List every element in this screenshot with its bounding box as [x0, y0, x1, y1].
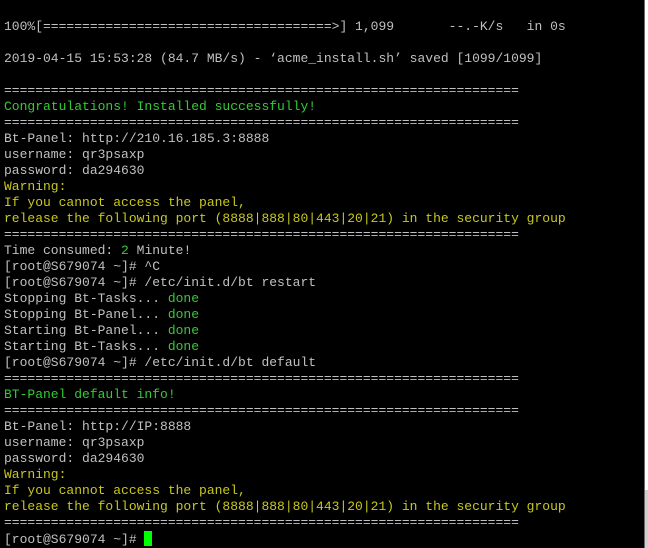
terminal-text: release the following port (8888|888|80|…	[4, 211, 566, 226]
terminal-text: 100%[===================================…	[4, 19, 566, 34]
terminal-line: 100%[===================================…	[4, 19, 566, 35]
terminal-text: Bt-Panel: http://210.16.185.3:8888	[4, 131, 270, 146]
terminal-line: Bt-Panel: http://210.16.185.3:8888	[4, 131, 566, 147]
terminal-text: ========================================…	[4, 83, 519, 98]
terminal-line: [root@S679074 ~]# ^C	[4, 259, 566, 275]
terminal-line: Congratulations! Installed successfully!	[4, 99, 566, 115]
terminal-line: [root@S679074 ~]# /etc/init.d/bt restart	[4, 275, 566, 291]
terminal-text: ========================================…	[4, 115, 519, 130]
terminal-line: Warning:	[4, 467, 566, 483]
terminal-line: username: qr3psaxp	[4, 435, 566, 451]
terminal-line: If you cannot access the panel,	[4, 483, 566, 499]
terminal-line: ========================================…	[4, 115, 566, 131]
terminal-line: Starting Bt-Tasks... done	[4, 339, 566, 355]
terminal-text: Warning:	[4, 467, 67, 482]
terminal-text: ========================================…	[4, 371, 519, 386]
terminal-text: done	[167, 307, 200, 322]
terminal-text: [root@S679074 ~]# /etc/init.d/bt restart	[4, 275, 317, 290]
terminal-text: release the following port (8888|888|80|…	[4, 499, 566, 514]
terminal-line: ========================================…	[4, 83, 566, 99]
terminal-text: done	[167, 323, 200, 338]
terminal-line: release the following port (8888|888|80|…	[4, 499, 566, 515]
terminal-line: Starting Bt-Panel... done	[4, 323, 566, 339]
terminal-text: username: qr3psaxp	[4, 147, 145, 162]
terminal-text: username: qr3psaxp	[4, 435, 145, 450]
terminal-text: ========================================…	[4, 515, 519, 530]
terminal-line: ========================================…	[4, 403, 566, 419]
terminal-text: Congratulations! Installed successfully!	[4, 99, 317, 114]
terminal-text: Stopping Bt-Panel...	[4, 307, 168, 322]
terminal-text: [root@S679074 ~]# /etc/init.d/bt default	[4, 355, 317, 370]
terminal-line: Stopping Bt-Panel... done	[4, 307, 566, 323]
terminal-line: ========================================…	[4, 371, 566, 387]
terminal-text: Warning:	[4, 179, 67, 194]
terminal-text: done	[167, 339, 200, 354]
terminal-output: 100%[===================================…	[4, 19, 566, 547]
terminal-text: Time consumed:	[4, 243, 122, 258]
terminal-line: password: da294630	[4, 451, 566, 467]
terminal-text: If you cannot access the panel,	[4, 483, 246, 498]
terminal-line: BT-Panel default info!	[4, 387, 566, 403]
terminal-text: BT-Panel default info!	[4, 387, 176, 402]
terminal-line: ========================================…	[4, 227, 566, 243]
terminal-line: Stopping Bt-Tasks... done	[4, 291, 566, 307]
terminal-text: Starting Bt-Tasks...	[4, 339, 168, 354]
terminal-text: ========================================…	[4, 403, 519, 418]
terminal-text: If you cannot access the panel,	[4, 195, 246, 210]
terminal-line: [root@S679074 ~]#	[4, 531, 566, 547]
terminal-text: 2019-04-15 15:53:28 (84.7 MB/s) - ‘acme_…	[4, 51, 543, 66]
terminal-line: Time consumed: 2 Minute!	[4, 243, 566, 259]
terminal-line: 2019-04-15 15:53:28 (84.7 MB/s) - ‘acme_…	[4, 51, 566, 67]
terminal-text: Minute!	[128, 243, 192, 258]
terminal-cursor[interactable]	[144, 531, 153, 546]
terminal-text: password: da294630	[4, 451, 145, 466]
terminal-text: password: da294630	[4, 163, 145, 178]
terminal-text: Bt-Panel: http://IP:8888	[4, 419, 192, 434]
terminal-window[interactable]: 100%[===================================…	[0, 0, 645, 548]
terminal-line: [root@S679074 ~]# /etc/init.d/bt default	[4, 355, 566, 371]
terminal-line: release the following port (8888|888|80|…	[4, 211, 566, 227]
terminal-line: ========================================…	[4, 515, 566, 531]
terminal-text: Starting Bt-Panel...	[4, 323, 168, 338]
terminal-text: [root@S679074 ~]# ^C	[4, 259, 161, 274]
terminal-line: username: qr3psaxp	[4, 147, 566, 163]
terminal-line: If you cannot access the panel,	[4, 195, 566, 211]
terminal-text: [root@S679074 ~]#	[4, 532, 145, 547]
terminal-line: Warning:	[4, 179, 566, 195]
terminal-line: Bt-Panel: http://IP:8888	[4, 419, 566, 435]
terminal-text: Stopping Bt-Tasks...	[4, 291, 168, 306]
terminal-line: password: da294630	[4, 163, 566, 179]
terminal-text: 2	[121, 243, 129, 258]
terminal-text: ========================================…	[4, 227, 519, 242]
terminal-text: done	[167, 291, 200, 306]
